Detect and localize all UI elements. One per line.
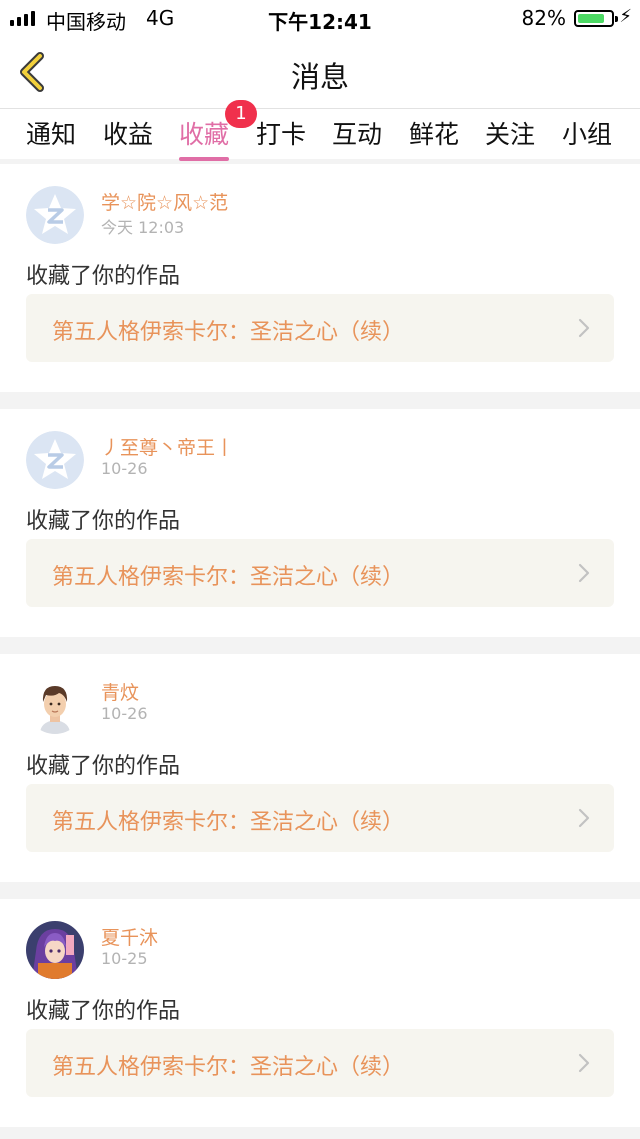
action-text: 收藏了你的作品 xyxy=(26,264,181,289)
work-title: 第五人格伊索卡尔：圣洁之心（续） xyxy=(52,810,405,835)
username[interactable]: 丿至尊丶帝王丨 xyxy=(101,433,234,460)
work-link[interactable]: 第五人格伊索卡尔：圣洁之心（续） xyxy=(26,294,614,362)
battery-percentage: 82% xyxy=(521,6,566,30)
action-text: 收藏了你的作品 xyxy=(26,754,181,779)
tab-follows[interactable]: 关注 xyxy=(485,115,535,151)
charging-bolt-icon: ⚡ xyxy=(619,6,632,27)
page-title: 消息 xyxy=(290,60,349,94)
chevron-right-icon xyxy=(578,318,590,338)
chevron-right-icon xyxy=(578,1053,590,1073)
default-qq-avatar-icon[interactable] xyxy=(26,431,84,489)
status-bar: 中国移动 4G 下午12:41 82% ⚡ xyxy=(0,0,640,36)
username[interactable]: 夏千沐 xyxy=(101,923,158,950)
username[interactable]: 青炆 xyxy=(101,678,139,705)
active-tab-indicator xyxy=(179,157,230,161)
message-card: 青炆 10-26 收藏了你的作品 第五人格伊索卡尔：圣洁之心（续） xyxy=(0,654,640,882)
tab-groups[interactable]: 小组 xyxy=(562,115,612,151)
message-card: 丿至尊丶帝王丨 10-26 收藏了你的作品 第五人格伊索卡尔：圣洁之心（续） xyxy=(0,409,640,637)
message-time: 今天 12:03 xyxy=(101,218,185,237)
message-time: 10-26 xyxy=(101,704,148,723)
message-tabs: 通知 收益 收藏 1 打卡 互动 鲜花 关注 小组 xyxy=(0,100,640,161)
tab-favorites-label: 收藏 xyxy=(179,120,230,149)
battery-fill xyxy=(578,14,605,23)
anime-girl-avatar[interactable] xyxy=(26,921,84,979)
chevron-right-icon xyxy=(578,808,590,828)
work-title: 第五人格伊索卡尔：圣洁之心（续） xyxy=(52,565,405,590)
message-time: 10-25 xyxy=(101,949,148,968)
default-qq-avatar-icon[interactable] xyxy=(26,186,84,244)
work-title: 第五人格伊索卡尔：圣洁之心（续） xyxy=(52,320,405,345)
tab-checkin[interactable]: 打卡 xyxy=(256,115,306,151)
work-title: 第五人格伊索卡尔：圣洁之心（续） xyxy=(52,1055,405,1080)
action-text: 收藏了你的作品 xyxy=(26,999,181,1024)
navigation-bar: 消息 xyxy=(0,36,640,109)
unread-badge: 1 xyxy=(225,100,257,128)
action-text: 收藏了你的作品 xyxy=(26,509,181,534)
battery-icon xyxy=(574,10,618,27)
tab-earnings[interactable]: 收益 xyxy=(103,115,153,151)
message-card: 学☆院☆风☆范 今天 12:03 收藏了你的作品 第五人格伊索卡尔：圣洁之心（续… xyxy=(0,164,640,392)
work-link[interactable]: 第五人格伊索卡尔：圣洁之心（续） xyxy=(26,1029,614,1097)
work-link[interactable]: 第五人格伊索卡尔：圣洁之心（续） xyxy=(26,539,614,607)
tab-favorites[interactable]: 收藏 xyxy=(179,115,230,161)
username[interactable]: 学☆院☆风☆范 xyxy=(101,188,228,215)
tab-interactions[interactable]: 互动 xyxy=(332,115,382,151)
tab-flowers[interactable]: 鲜花 xyxy=(409,115,459,151)
cartoon-boy-avatar[interactable] xyxy=(26,676,84,734)
message-card: 夏千沐 10-25 收藏了你的作品 第五人格伊索卡尔：圣洁之心（续） xyxy=(0,899,640,1127)
work-link[interactable]: 第五人格伊索卡尔：圣洁之心（续） xyxy=(26,784,614,852)
tab-notifications[interactable]: 通知 xyxy=(26,115,76,151)
message-time: 10-26 xyxy=(101,459,148,478)
chevron-right-icon xyxy=(578,563,590,583)
